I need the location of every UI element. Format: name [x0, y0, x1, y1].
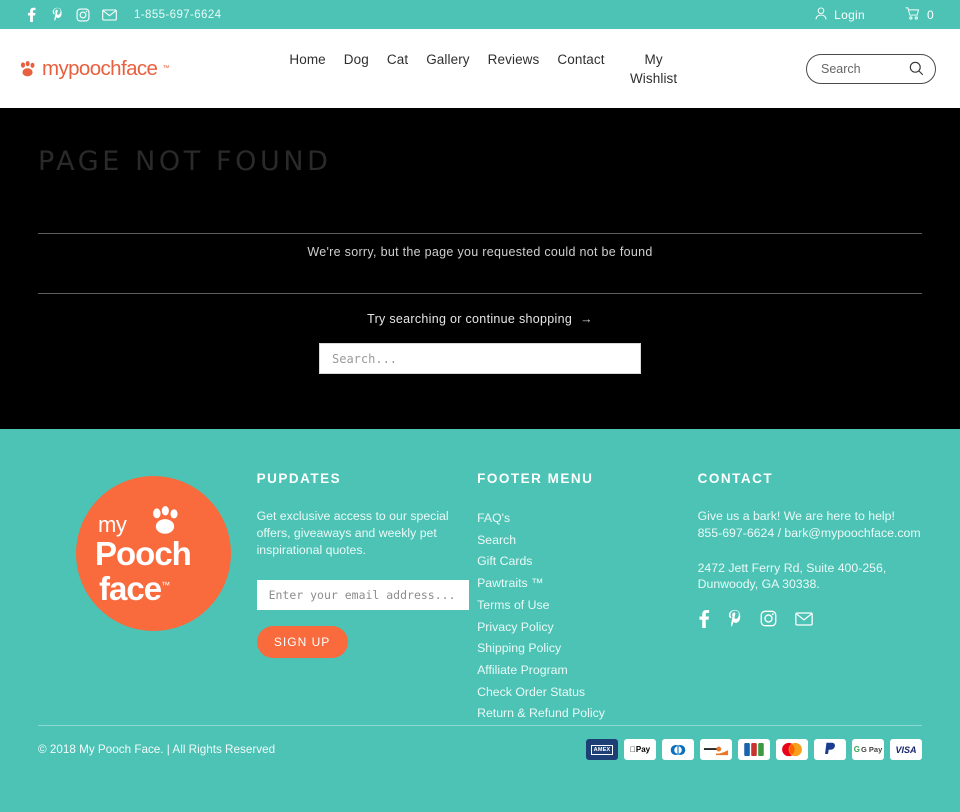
googlepay-icon: GG Pay: [852, 739, 884, 760]
error-search-box[interactable]: [319, 343, 641, 374]
search-icon[interactable]: [909, 61, 924, 76]
nav-item-gallery[interactable]: Gallery: [417, 50, 478, 69]
site-logo[interactable]: mypoochface ™: [18, 57, 169, 81]
footer-link-shipping-policy[interactable]: Shipping Policy: [477, 638, 698, 660]
nav-item-contact[interactable]: Contact: [548, 50, 613, 69]
footer-logo-tm: ™: [161, 580, 170, 590]
user-icon: [815, 6, 827, 23]
cart-link[interactable]: 0: [905, 6, 934, 23]
site-footer: my Pooch face™ PUPDATES Get exclusive ac…: [0, 429, 960, 812]
contact-help-text: Give us a bark! We are here to help! 855…: [697, 509, 921, 540]
header-search-input[interactable]: [821, 61, 909, 76]
site-header: mypoochface ™ Home Dog Cat Gallery Revie…: [0, 29, 960, 108]
contact-column: CONTACT Give us a bark! We are here to h…: [698, 471, 922, 725]
newsletter-email-input[interactable]: [256, 580, 469, 611]
error-search-wrap: [38, 343, 922, 374]
footer-logo-line2: Pooch: [95, 535, 192, 572]
instagram-icon[interactable]: [760, 610, 777, 627]
contact-address: 2472 Jett Ferry Rd, Suite 400-256, Dunwo…: [697, 560, 887, 592]
amex-label: AMEX: [590, 744, 614, 755]
footer-logo-column: my Pooch face™: [38, 471, 257, 725]
pupdates-column: PUPDATES Get exclusive access to our spe…: [256, 471, 478, 725]
nav-item-my-wishlist[interactable]: My Wishlist: [628, 50, 680, 88]
footer-link-terms-of-use[interactable]: Terms of Use: [477, 595, 698, 617]
error-search-input[interactable]: [320, 344, 640, 373]
login-link[interactable]: Login: [815, 6, 866, 23]
paw-print-icon: [18, 61, 37, 77]
pinterest-icon[interactable]: [728, 609, 742, 628]
footer-link-faqs[interactable]: FAQ's: [477, 508, 698, 530]
visa-label: VISA: [895, 744, 917, 755]
copyright-text: © 2018 My Pooch Face. | All Rights Reser…: [38, 743, 276, 756]
gpay-label: G Pay: [860, 745, 883, 754]
page-title: PAGE NOT FOUND: [38, 146, 332, 177]
logo-trademark: ™: [162, 65, 170, 72]
footer-logo-line3: face™: [99, 570, 170, 608]
footer-menu-list: FAQ's Search Gift Cards Pawtraits ™ Term…: [477, 508, 698, 725]
footer-link-check-order-status[interactable]: Check Order Status: [477, 682, 698, 704]
main-navigation: Home Dog Cat Gallery Reviews Contact My …: [280, 29, 680, 108]
footer-columns: my Pooch face™ PUPDATES Get exclusive ac…: [38, 429, 922, 725]
applepay-icon: Pay: [624, 739, 656, 760]
footer-logo-line3-text: face: [99, 570, 162, 607]
email-icon[interactable]: [96, 5, 122, 25]
continue-shopping-link[interactable]: Try searching or continue shopping: [367, 312, 572, 326]
footer-divider: [38, 725, 922, 726]
topbar-right: Login 0: [815, 6, 934, 23]
jcb-icon: [738, 739, 770, 760]
header-search-box[interactable]: [806, 53, 936, 84]
payment-methods: AMEX Pay GG Pay VISA: [586, 739, 922, 760]
diners-club-icon: [662, 739, 694, 760]
topbar-social-links: 1-855-697-6624: [18, 5, 221, 25]
applepay-label: Pay: [632, 745, 650, 754]
amex-icon: AMEX: [586, 739, 618, 760]
cart-count: 0: [927, 7, 934, 22]
nav-item-dog[interactable]: Dog: [335, 50, 378, 69]
cart-icon: [905, 6, 920, 23]
visa-icon: VISA: [890, 739, 922, 760]
logo-text: mypoochface: [42, 56, 158, 80]
paypal-icon: [814, 739, 846, 760]
footer-link-privacy-policy[interactable]: Privacy Policy: [477, 617, 698, 639]
signup-button[interactable]: SIGN UP: [256, 626, 348, 659]
footer-link-gift-cards[interactable]: Gift Cards: [477, 551, 698, 573]
footer-menu-title: FOOTER MENU: [477, 471, 594, 486]
arrow-right-icon: →: [580, 312, 593, 326]
login-label: Login: [834, 7, 866, 22]
nav-item-cat[interactable]: Cat: [378, 50, 417, 69]
nav-item-reviews[interactable]: Reviews: [479, 50, 549, 69]
footer-bottom-bar: © 2018 My Pooch Face. | All Rights Reser…: [38, 739, 922, 760]
footer-social-links: [698, 609, 922, 629]
error-message: We're sorry, but the page you requested …: [307, 245, 653, 259]
footer-link-pawtraits[interactable]: Pawtraits ™: [477, 573, 698, 595]
footer-link-search[interactable]: Search: [477, 530, 698, 552]
instagram-icon[interactable]: [70, 5, 96, 25]
pupdates-body: Get exclusive access to our special offe…: [256, 509, 449, 557]
try-search-line: Try searching or continue shopping →: [38, 294, 922, 326]
footer-menu-column: FOOTER MENU FAQ's Search Gift Cards Pawt…: [477, 471, 698, 725]
footer-link-affiliate-program[interactable]: Affiliate Program: [477, 660, 698, 682]
pupdates-title: PUPDATES: [256, 471, 342, 486]
discover-icon: [700, 739, 732, 760]
top-bar: 1-855-697-6624 Login 0: [0, 0, 960, 29]
mastercard-icon: [776, 739, 808, 760]
contact-title: CONTACT: [697, 471, 774, 486]
pinterest-icon[interactable]: [44, 5, 70, 25]
nav-item-home[interactable]: Home: [280, 50, 334, 69]
facebook-icon[interactable]: [18, 5, 44, 25]
email-icon[interactable]: [794, 612, 813, 626]
footer-link-return-refund-policy[interactable]: Return & Refund Policy: [477, 703, 698, 725]
error-page-body: PAGE NOT FOUND We're sorry, but the page…: [0, 108, 960, 429]
phone-number[interactable]: 1-855-697-6624: [134, 9, 221, 21]
footer-circle-logo[interactable]: my Pooch face™: [76, 476, 231, 631]
gpay-g: G: [853, 745, 860, 754]
facebook-icon[interactable]: [698, 609, 710, 629]
